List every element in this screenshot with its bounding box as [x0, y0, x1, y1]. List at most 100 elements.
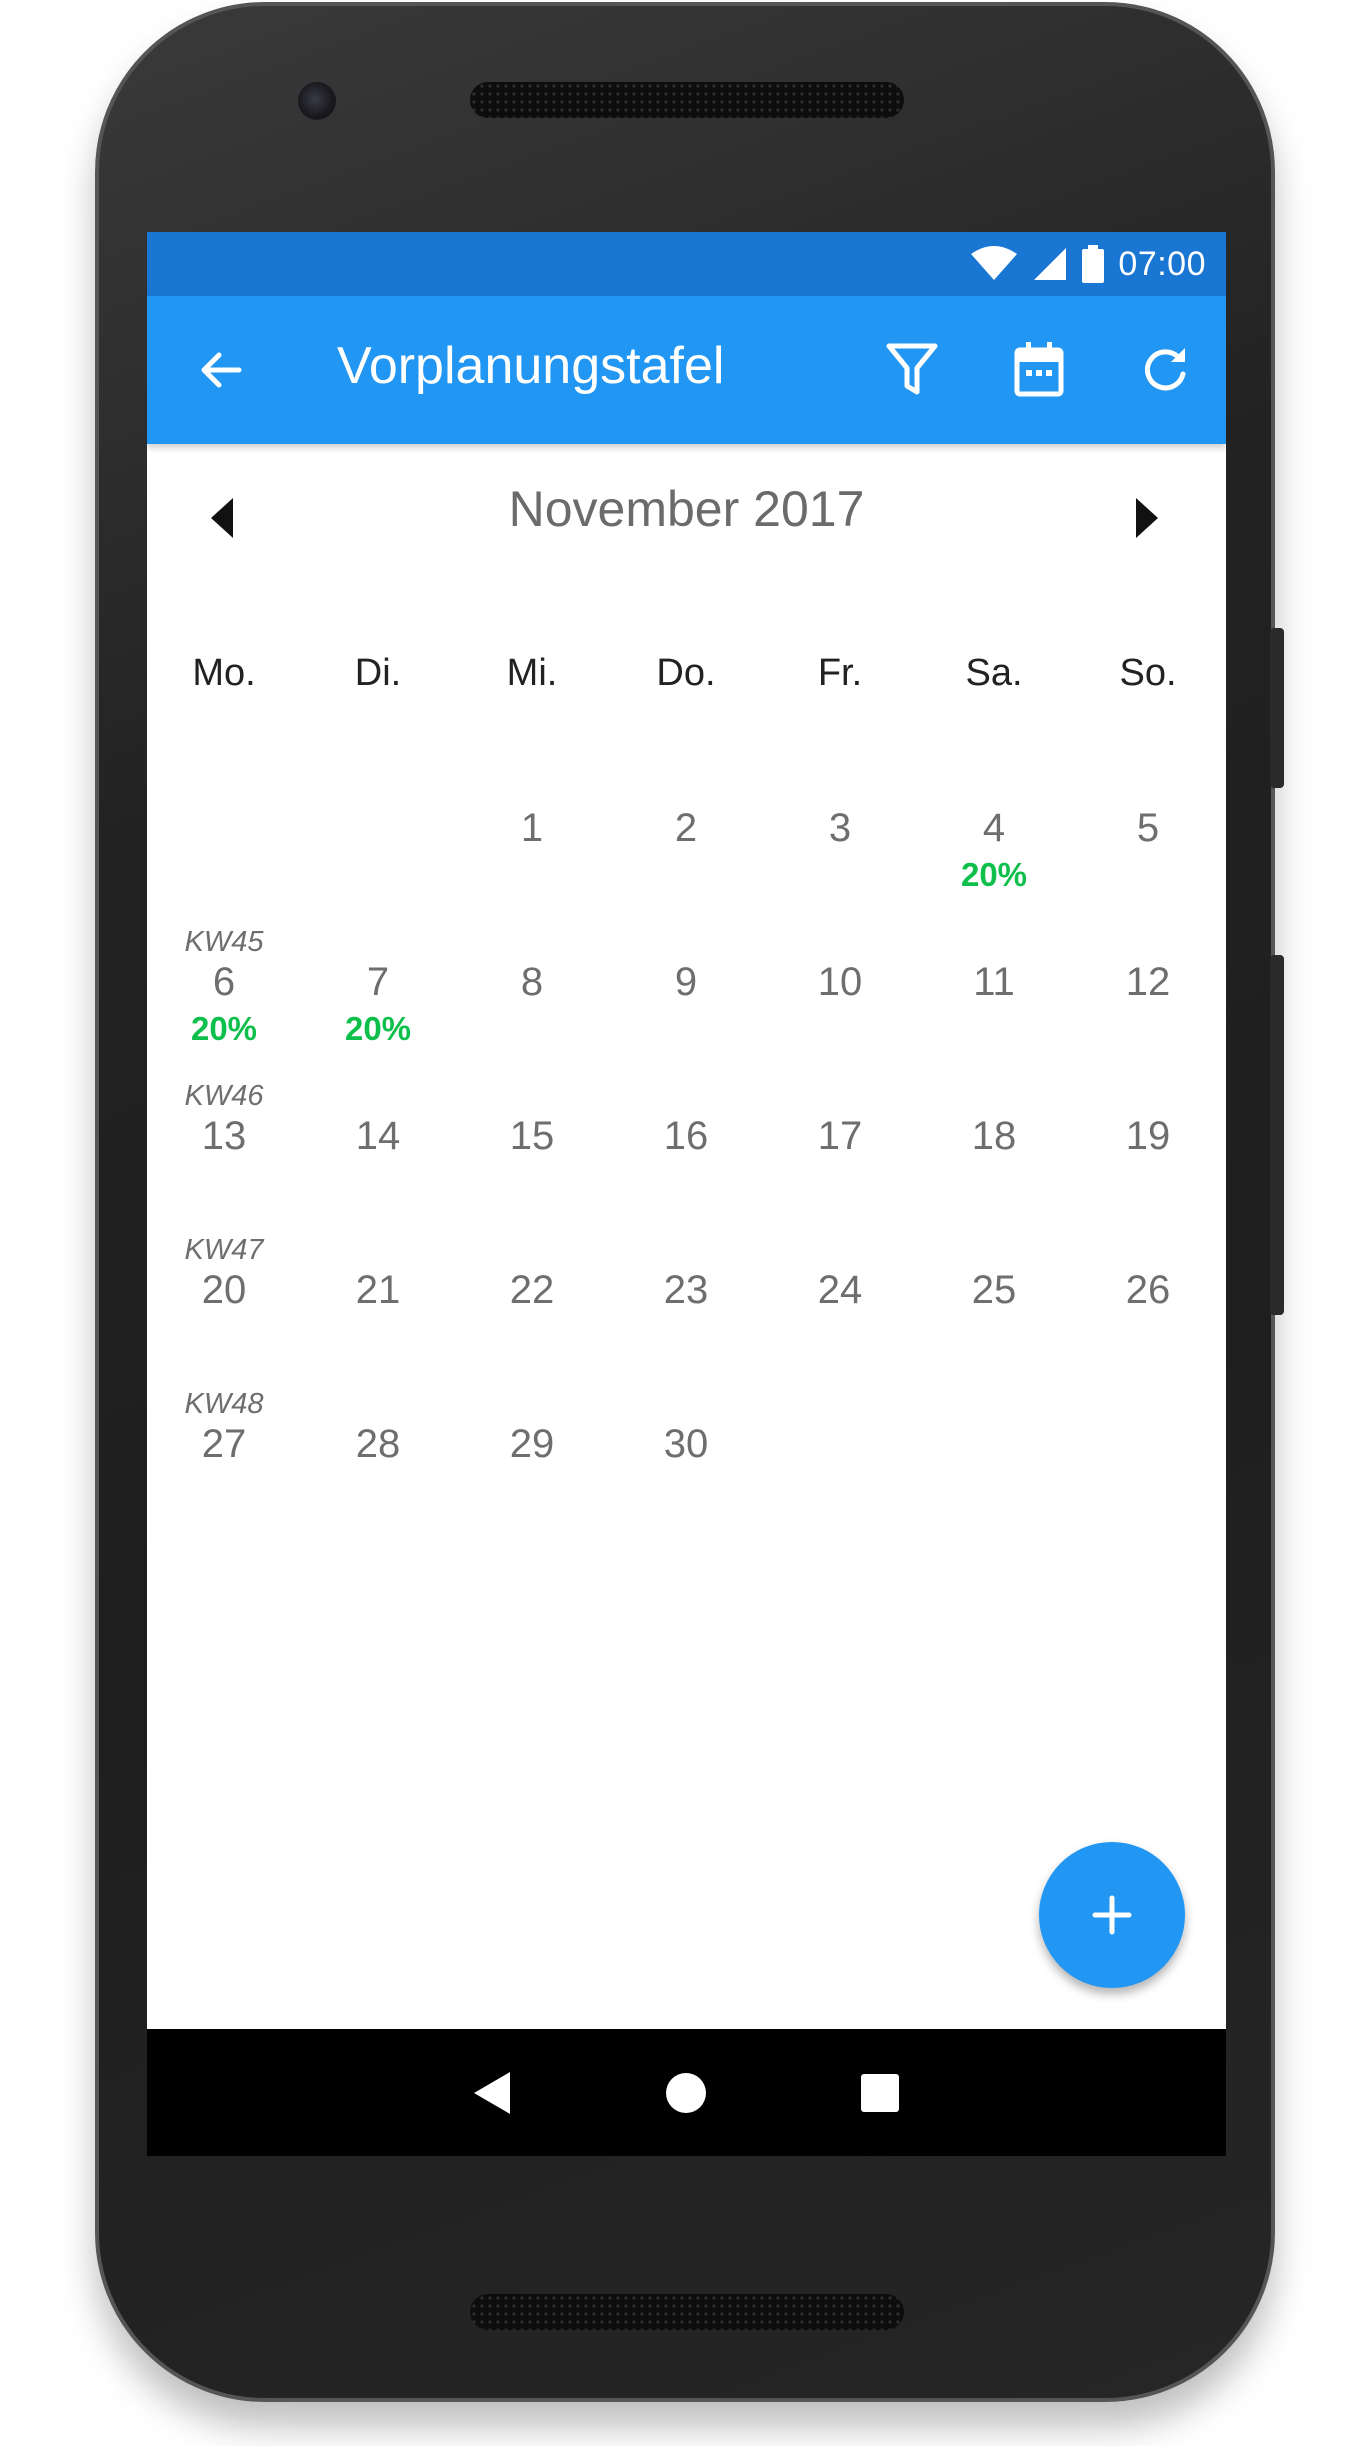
- day-cell[interactable]: 12: [1071, 924, 1225, 1078]
- week-number: KW45: [184, 926, 264, 958]
- nav-recents-button[interactable]: [840, 2053, 920, 2133]
- day-number: 18: [971, 1114, 1017, 1158]
- week-number: KW48: [184, 1388, 264, 1420]
- day-cell[interactable]: KW46 13: [147, 1078, 301, 1232]
- day-cell[interactable]: 16: [609, 1078, 763, 1232]
- day-cell[interactable]: 9: [609, 924, 763, 1078]
- calendar-button[interactable]: [999, 330, 1079, 410]
- screen: 07:00 Vorplanungstafel November 2017 Mo.…: [147, 232, 1226, 2156]
- day-number: 28: [355, 1422, 401, 1466]
- weekday-label: So.: [1119, 652, 1177, 694]
- weekday-header: Mo. Di. Mi. Do. Fr. Sa. So.: [147, 632, 1226, 712]
- day-number: 25: [971, 1268, 1017, 1312]
- nav-home-button[interactable]: [646, 2053, 726, 2133]
- next-month-button[interactable]: [1107, 478, 1187, 558]
- month-navigation: November 2017: [147, 444, 1226, 584]
- day-cell[interactable]: KW47 20: [147, 1232, 301, 1386]
- day-cell[interactable]: 2: [609, 770, 763, 924]
- day-cell[interactable]: 5: [1071, 770, 1225, 924]
- day-number: 10: [817, 960, 863, 1004]
- day-cell[interactable]: 29: [455, 1386, 609, 1540]
- week-number: KW46: [184, 1080, 264, 1112]
- day-number: 13: [201, 1114, 247, 1158]
- day-cell[interactable]: 1: [455, 770, 609, 924]
- day-number: 19: [1125, 1114, 1171, 1158]
- refresh-button[interactable]: [1125, 330, 1205, 410]
- utilization-percent: 20%: [344, 1010, 412, 1047]
- day-cell[interactable]: 19: [1071, 1078, 1225, 1232]
- day-cell[interactable]: KW48 27: [147, 1386, 301, 1540]
- nav-home-icon: [666, 2073, 706, 2113]
- bottom-speaker: [470, 2294, 904, 2330]
- day-cell[interactable]: 24: [763, 1232, 917, 1386]
- page-title: Vorplanungstafel: [337, 337, 725, 395]
- day-cell[interactable]: KW45 6 20%: [147, 924, 301, 1078]
- utilization-percent: 20%: [190, 1010, 258, 1047]
- volume-button: [1270, 955, 1284, 1315]
- day-cell[interactable]: 15: [455, 1078, 609, 1232]
- system-navigation-bar: [147, 2029, 1226, 2156]
- status-bar: 07:00: [147, 232, 1226, 296]
- day-cell[interactable]: 28: [301, 1386, 455, 1540]
- weekday-label: Di.: [354, 652, 402, 694]
- add-button[interactable]: [1039, 1842, 1185, 1988]
- day-cell[interactable]: 17: [763, 1078, 917, 1232]
- day-number: 2: [674, 806, 698, 850]
- day-number: 5: [1136, 806, 1160, 850]
- day-cell[interactable]: 23: [609, 1232, 763, 1386]
- day-cell[interactable]: 21: [301, 1232, 455, 1386]
- day-cell[interactable]: 30: [609, 1386, 763, 1540]
- empty-cell: [147, 770, 301, 924]
- day-number: 1: [520, 806, 544, 850]
- empty-cell: [917, 1386, 1071, 1540]
- day-number: 8: [520, 960, 544, 1004]
- day-cell[interactable]: 4 20%: [917, 770, 1071, 924]
- filter-button[interactable]: [872, 330, 952, 410]
- filter-icon: [886, 343, 938, 395]
- empty-cell: [301, 770, 455, 924]
- weekday-label: Do.: [656, 652, 716, 694]
- power-button: [1270, 628, 1284, 788]
- day-cell[interactable]: 11: [917, 924, 1071, 1078]
- day-cell[interactable]: 18: [917, 1078, 1071, 1232]
- battery-icon: [1082, 245, 1105, 283]
- day-number: 17: [817, 1114, 863, 1158]
- day-cell[interactable]: 8: [455, 924, 609, 1078]
- signal-icon: [1034, 248, 1067, 280]
- day-number: 9: [674, 960, 698, 1004]
- day-number: 26: [1125, 1268, 1171, 1312]
- weekday-label: Fr.: [817, 652, 863, 694]
- back-button[interactable]: [181, 330, 261, 410]
- calendar-icon: [1014, 342, 1064, 397]
- empty-cell: [1071, 1386, 1225, 1540]
- day-cell[interactable]: 3: [763, 770, 917, 924]
- day-number: 12: [1125, 960, 1171, 1004]
- day-number: 30: [663, 1422, 709, 1466]
- day-cell[interactable]: 7 20%: [301, 924, 455, 1078]
- day-number: 3: [828, 806, 852, 850]
- day-cell[interactable]: 25: [917, 1232, 1071, 1386]
- day-number: 6: [212, 960, 236, 1004]
- nav-back-button[interactable]: [452, 2053, 532, 2133]
- weekday-label: Mo.: [192, 652, 256, 694]
- day-number: 15: [509, 1114, 555, 1158]
- weekday-label: Mi.: [506, 652, 558, 694]
- day-number: 4: [982, 806, 1006, 850]
- week-number: KW47: [184, 1234, 264, 1266]
- nav-recents-icon: [861, 2074, 899, 2112]
- plus-icon: [1092, 1895, 1132, 1935]
- day-number: 23: [663, 1268, 709, 1312]
- day-number: 24: [817, 1268, 863, 1312]
- day-cell[interactable]: 10: [763, 924, 917, 1078]
- status-time: 07:00: [1118, 244, 1206, 283]
- day-cell[interactable]: 22: [455, 1232, 609, 1386]
- day-cell[interactable]: 14: [301, 1078, 455, 1232]
- weekday-label: Sa.: [965, 652, 1023, 694]
- day-number: 11: [973, 960, 1015, 1004]
- month-title: November 2017: [508, 481, 865, 537]
- day-number: 14: [355, 1114, 401, 1158]
- utilization-percent: 20%: [960, 856, 1028, 893]
- triangle-right-icon: [1136, 498, 1158, 538]
- day-cell[interactable]: 26: [1071, 1232, 1225, 1386]
- app-bar: Vorplanungstafel: [147, 296, 1226, 444]
